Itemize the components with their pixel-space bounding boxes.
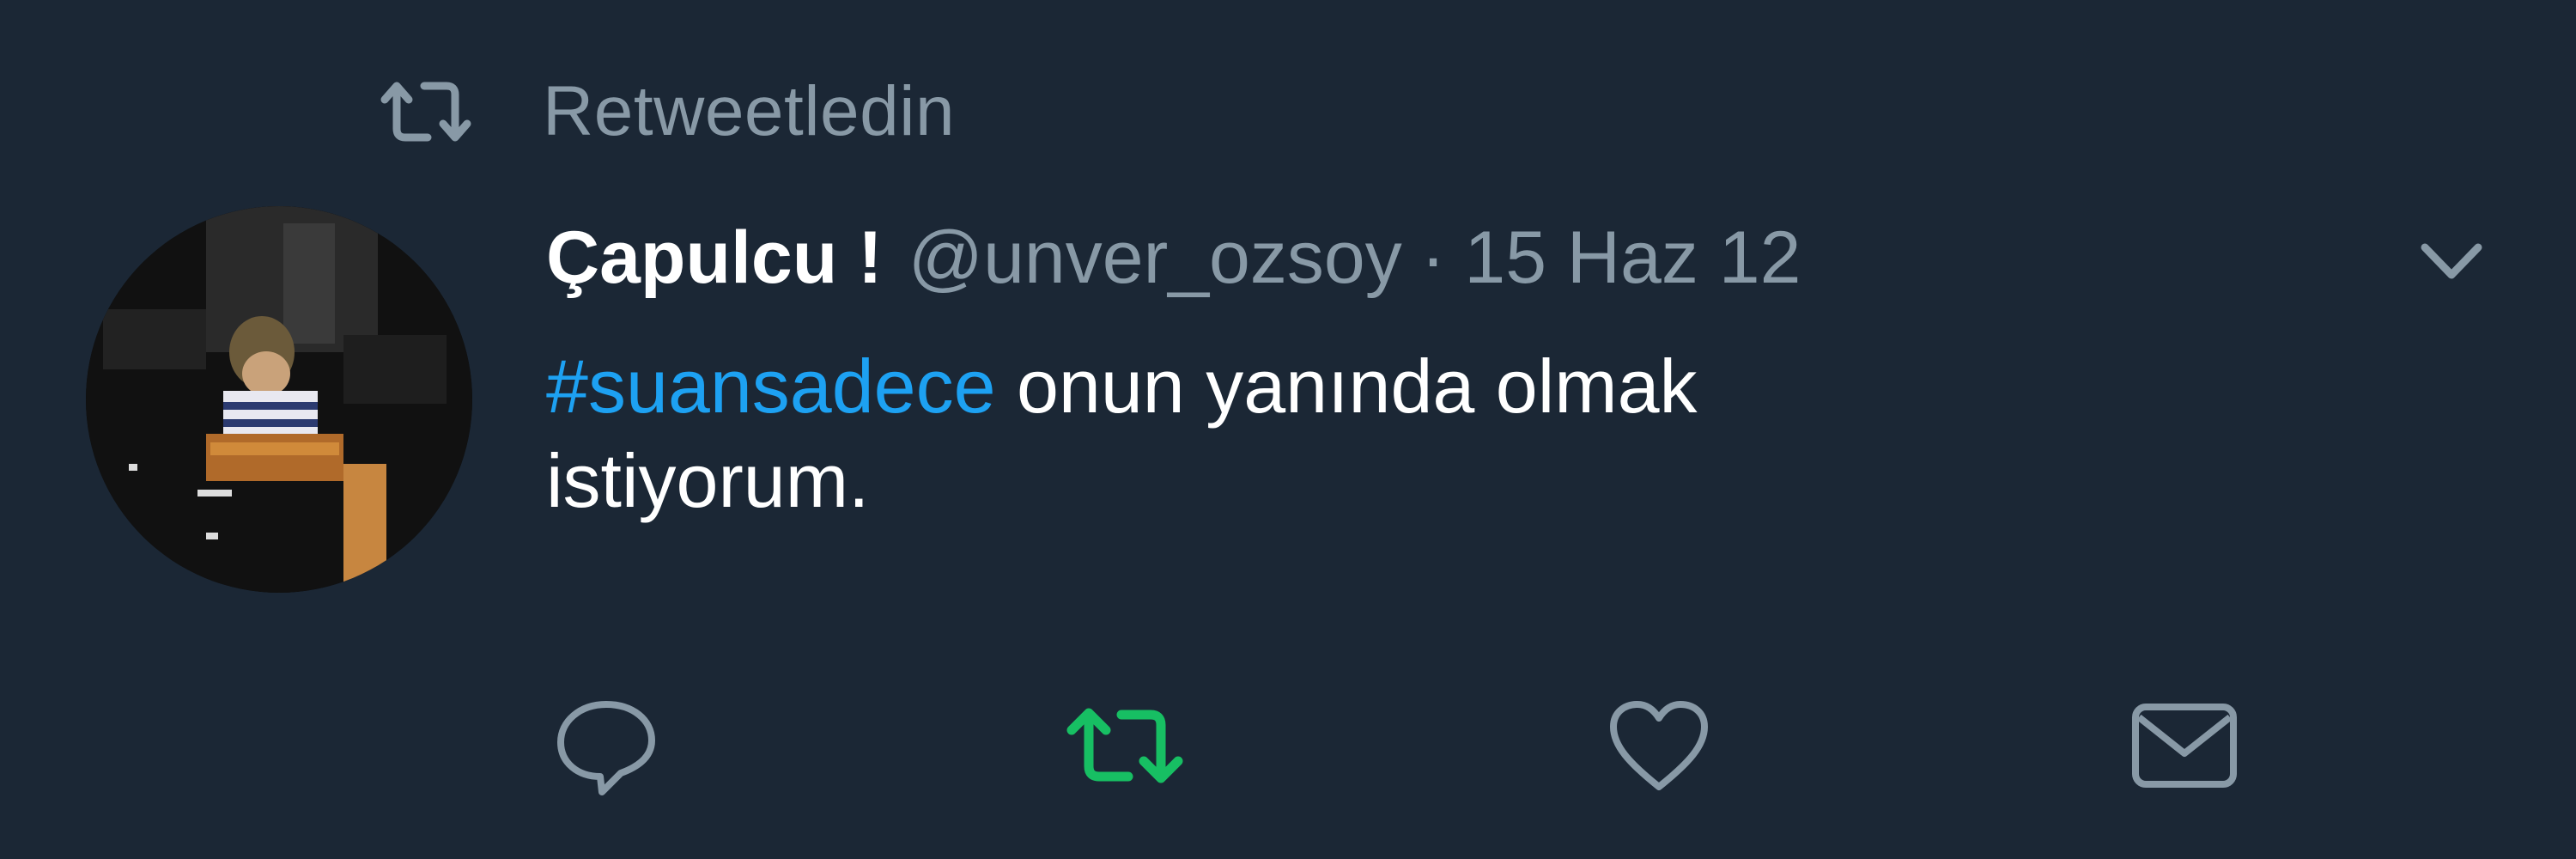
tweet-text-line2: istiyorum. [546, 438, 870, 523]
retweet-context-label: Retweetledin [543, 72, 956, 150]
tweet-card[interactable]: Retweetledin Çapulcu ! @unver_ozsoy · 15… [0, 0, 2576, 859]
reply-icon [550, 694, 662, 801]
envelope-icon [2129, 698, 2240, 797]
author-display-name[interactable]: Çapulcu ! [546, 216, 883, 301]
tweet-text: #suansadece onun yanında olmak istiyorum… [546, 339, 2349, 528]
hashtag-link[interactable]: #suansadece [546, 344, 996, 429]
retweet-icon [378, 77, 474, 146]
tweet-text-line1: onun yanında olmak [995, 344, 1698, 429]
retweet-button[interactable] [1065, 696, 1185, 799]
heart-icon [1603, 694, 1715, 801]
like-button[interactable] [1599, 696, 1719, 799]
retweet-icon [1065, 703, 1185, 793]
direct-message-button[interactable] [2124, 696, 2245, 799]
tweet-header: Çapulcu ! @unver_ozsoy · 15 Haz 12 [546, 206, 1801, 309]
tweet-actions [0, 696, 2576, 799]
chevron-down-icon[interactable] [2413, 232, 2490, 292]
header-separator: · [1420, 216, 1446, 299]
reply-button[interactable] [546, 696, 666, 799]
retweet-context: Retweetledin [378, 60, 955, 163]
author-handle[interactable]: @unver_ozsoy [908, 216, 1402, 301]
tweet-date[interactable]: 15 Haz 12 [1464, 216, 1801, 301]
avatar[interactable] [86, 206, 472, 593]
